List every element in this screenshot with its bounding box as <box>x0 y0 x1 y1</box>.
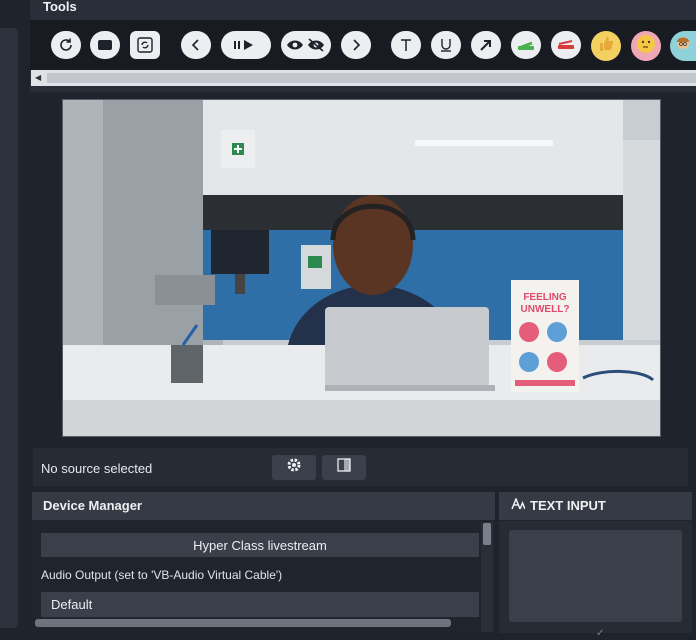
text-input-area[interactable] <box>509 530 682 622</box>
device-manager-hscroll-thumb[interactable] <box>35 619 451 627</box>
poster-line2: UNWELL? <box>521 304 570 315</box>
thumbs-up-emoji <box>596 34 616 59</box>
battery-red-icon <box>556 38 576 52</box>
teacher-emoji-button[interactable] <box>670 31 696 61</box>
filter-icon <box>337 458 351 477</box>
thinking-face-emoji <box>635 33 657 60</box>
show-hide-button[interactable] <box>281 31 331 59</box>
sync-icon <box>136 36 154 54</box>
text-size-icon <box>511 496 526 513</box>
next-icon <box>350 38 362 52</box>
scroll-left-icon[interactable]: ◀ <box>35 70 41 86</box>
device-manager-scrollbar[interactable] <box>481 522 493 632</box>
left-panel-edge <box>0 28 18 628</box>
teacher-emoji <box>673 33 693 60</box>
text-input-title: TEXT INPUT <box>530 498 606 513</box>
tools-title: Tools <box>43 0 77 14</box>
device-manager-scroll-thumb[interactable] <box>483 523 491 545</box>
pause-play-button[interactable] <box>221 31 271 59</box>
audio-output-select[interactable]: Default <box>41 592 479 617</box>
sync-button[interactable] <box>130 31 160 59</box>
video-preview: FEELING UNWELL? <box>62 99 661 437</box>
refresh-icon <box>58 37 74 53</box>
audio-output-label: Audio Output (set to 'VB-Audio Virtual C… <box>41 568 283 582</box>
text-input-title-group: TEXT INPUT <box>511 496 606 513</box>
resize-grip-icon[interactable]: ✓ <box>596 628 604 639</box>
toolbar-scrollbar[interactable]: ◀ <box>31 70 696 86</box>
text-tool-icon <box>399 38 413 52</box>
layout-button[interactable] <box>90 31 120 59</box>
battery-green-button[interactable] <box>511 31 541 59</box>
gear-icon <box>286 457 302 478</box>
next-button[interactable] <box>341 31 371 59</box>
pause-play-icon <box>232 38 260 52</box>
battery-red-button[interactable] <box>551 31 581 59</box>
settings-button[interactable] <box>272 455 316 480</box>
previous-icon <box>190 38 202 52</box>
device-manager-title: Device Manager <box>43 498 142 513</box>
arrow-tool-button[interactable] <box>471 31 501 59</box>
arrow-tool-icon <box>479 38 493 52</box>
thinking-face-emoji-button[interactable] <box>631 31 661 61</box>
underline-tool-icon <box>439 37 453 53</box>
toolbar-scroll-thumb[interactable] <box>47 73 696 83</box>
layout-icon <box>97 38 113 52</box>
thumbs-up-emoji-button[interactable] <box>591 31 621 61</box>
battery-green-icon <box>516 38 536 52</box>
video-frame-image: FEELING UNWELL? <box>63 100 660 436</box>
show-hide-icon <box>286 38 326 52</box>
stream-button[interactable]: Hyper Class livestream <box>41 533 479 557</box>
source-status-text: No source selected <box>41 461 153 476</box>
underline-tool-button[interactable] <box>431 31 461 59</box>
poster-line1: FEELING <box>523 292 567 303</box>
refresh-button[interactable] <box>51 31 81 59</box>
text-tool-button[interactable] <box>391 31 421 59</box>
filter-button[interactable] <box>322 455 366 480</box>
previous-button[interactable] <box>181 31 211 59</box>
